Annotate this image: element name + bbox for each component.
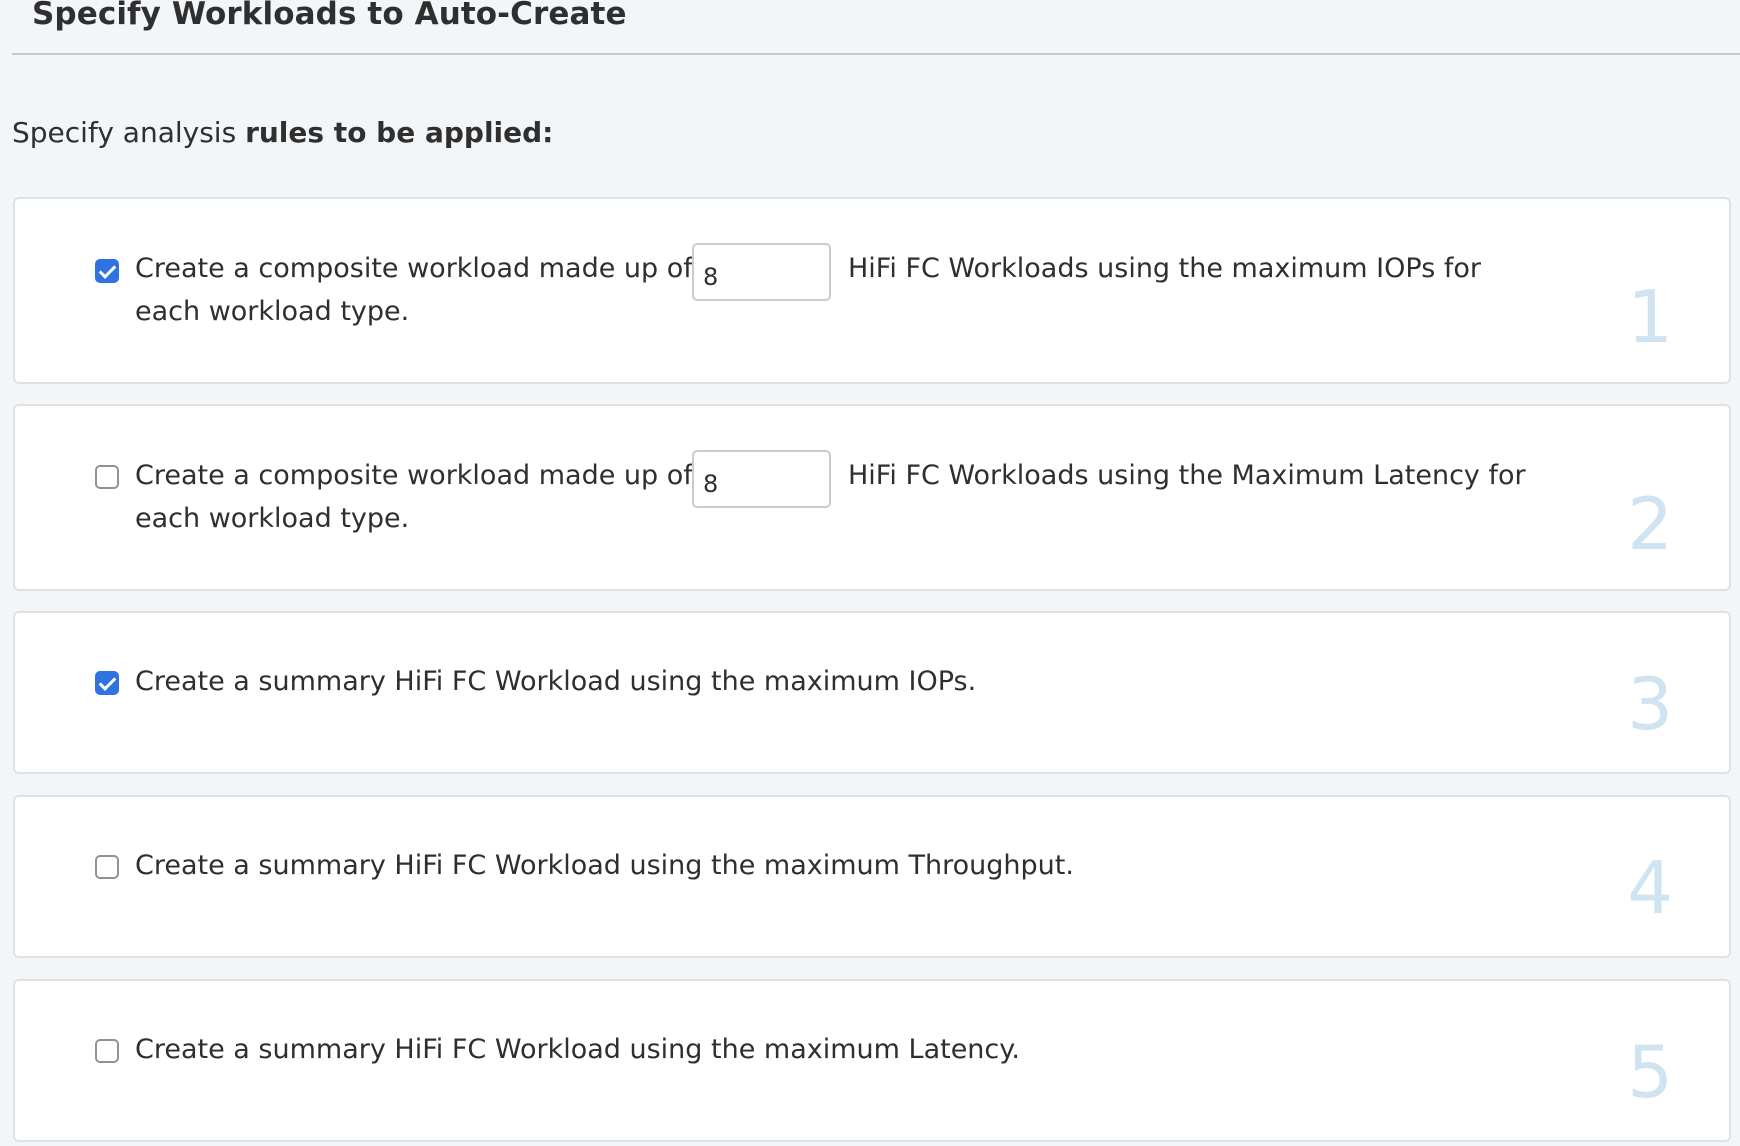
rule-2-count-input[interactable]: [692, 450, 831, 508]
rule-5-checkbox[interactable]: [95, 1039, 119, 1063]
rule-2-checkbox[interactable]: [95, 465, 119, 489]
rule-card-3: Create a summary HiFi FC Workload using …: [13, 611, 1731, 774]
rule-3-checkbox[interactable]: [95, 671, 119, 695]
rule-1-text-after: HiFi FC Workloads using the maximum IOPs…: [848, 253, 1481, 284]
rule-1-text-before: Create a composite workload made up of: [135, 253, 693, 284]
rule-card-4: Create a summary HiFi FC Workload using …: [13, 795, 1731, 958]
rule-3-text: Create a summary HiFi FC Workload using …: [135, 666, 977, 697]
section-header: Specify Workloads to Auto-Create: [12, 0, 1740, 55]
rule-5-text: Create a summary HiFi FC Workload using …: [135, 1034, 1020, 1065]
rule-1-checkbox[interactable]: [95, 259, 119, 283]
rule-card-2: Create a composite workload made up of H…: [13, 404, 1731, 591]
intro-prefix: Specify analysis: [12, 116, 237, 149]
rule-card-1: Create a composite workload made up of H…: [13, 197, 1731, 384]
rule-2-text-before: Create a composite workload made up of: [135, 460, 693, 491]
rule-1-number: 1: [1627, 275, 1673, 359]
rules-intro: Specify analysis rules to be applied:: [12, 116, 553, 149]
rule-4-checkbox[interactable]: [95, 855, 119, 879]
workload-auto-create-panel: Specify Workloads to Auto-Create Specify…: [0, 0, 1740, 1146]
section-title: Specify Workloads to Auto-Create: [32, 0, 627, 32]
rule-4-number: 4: [1627, 846, 1673, 930]
rule-2-number: 2: [1627, 482, 1673, 566]
rule-5-number: 5: [1627, 1030, 1673, 1114]
rule-1-text-line2: each workload type.: [135, 296, 410, 327]
rule-card-5: Create a summary HiFi FC Workload using …: [13, 979, 1731, 1142]
rule-1-count-input[interactable]: [692, 243, 831, 301]
rule-2-text-after: HiFi FC Workloads using the Maximum Late…: [848, 460, 1526, 491]
intro-bold: rules to be applied:: [245, 116, 554, 149]
rule-3-number: 3: [1627, 662, 1673, 746]
rule-2-text-line2: each workload type.: [135, 503, 410, 534]
rule-4-text: Create a summary HiFi FC Workload using …: [135, 850, 1074, 881]
